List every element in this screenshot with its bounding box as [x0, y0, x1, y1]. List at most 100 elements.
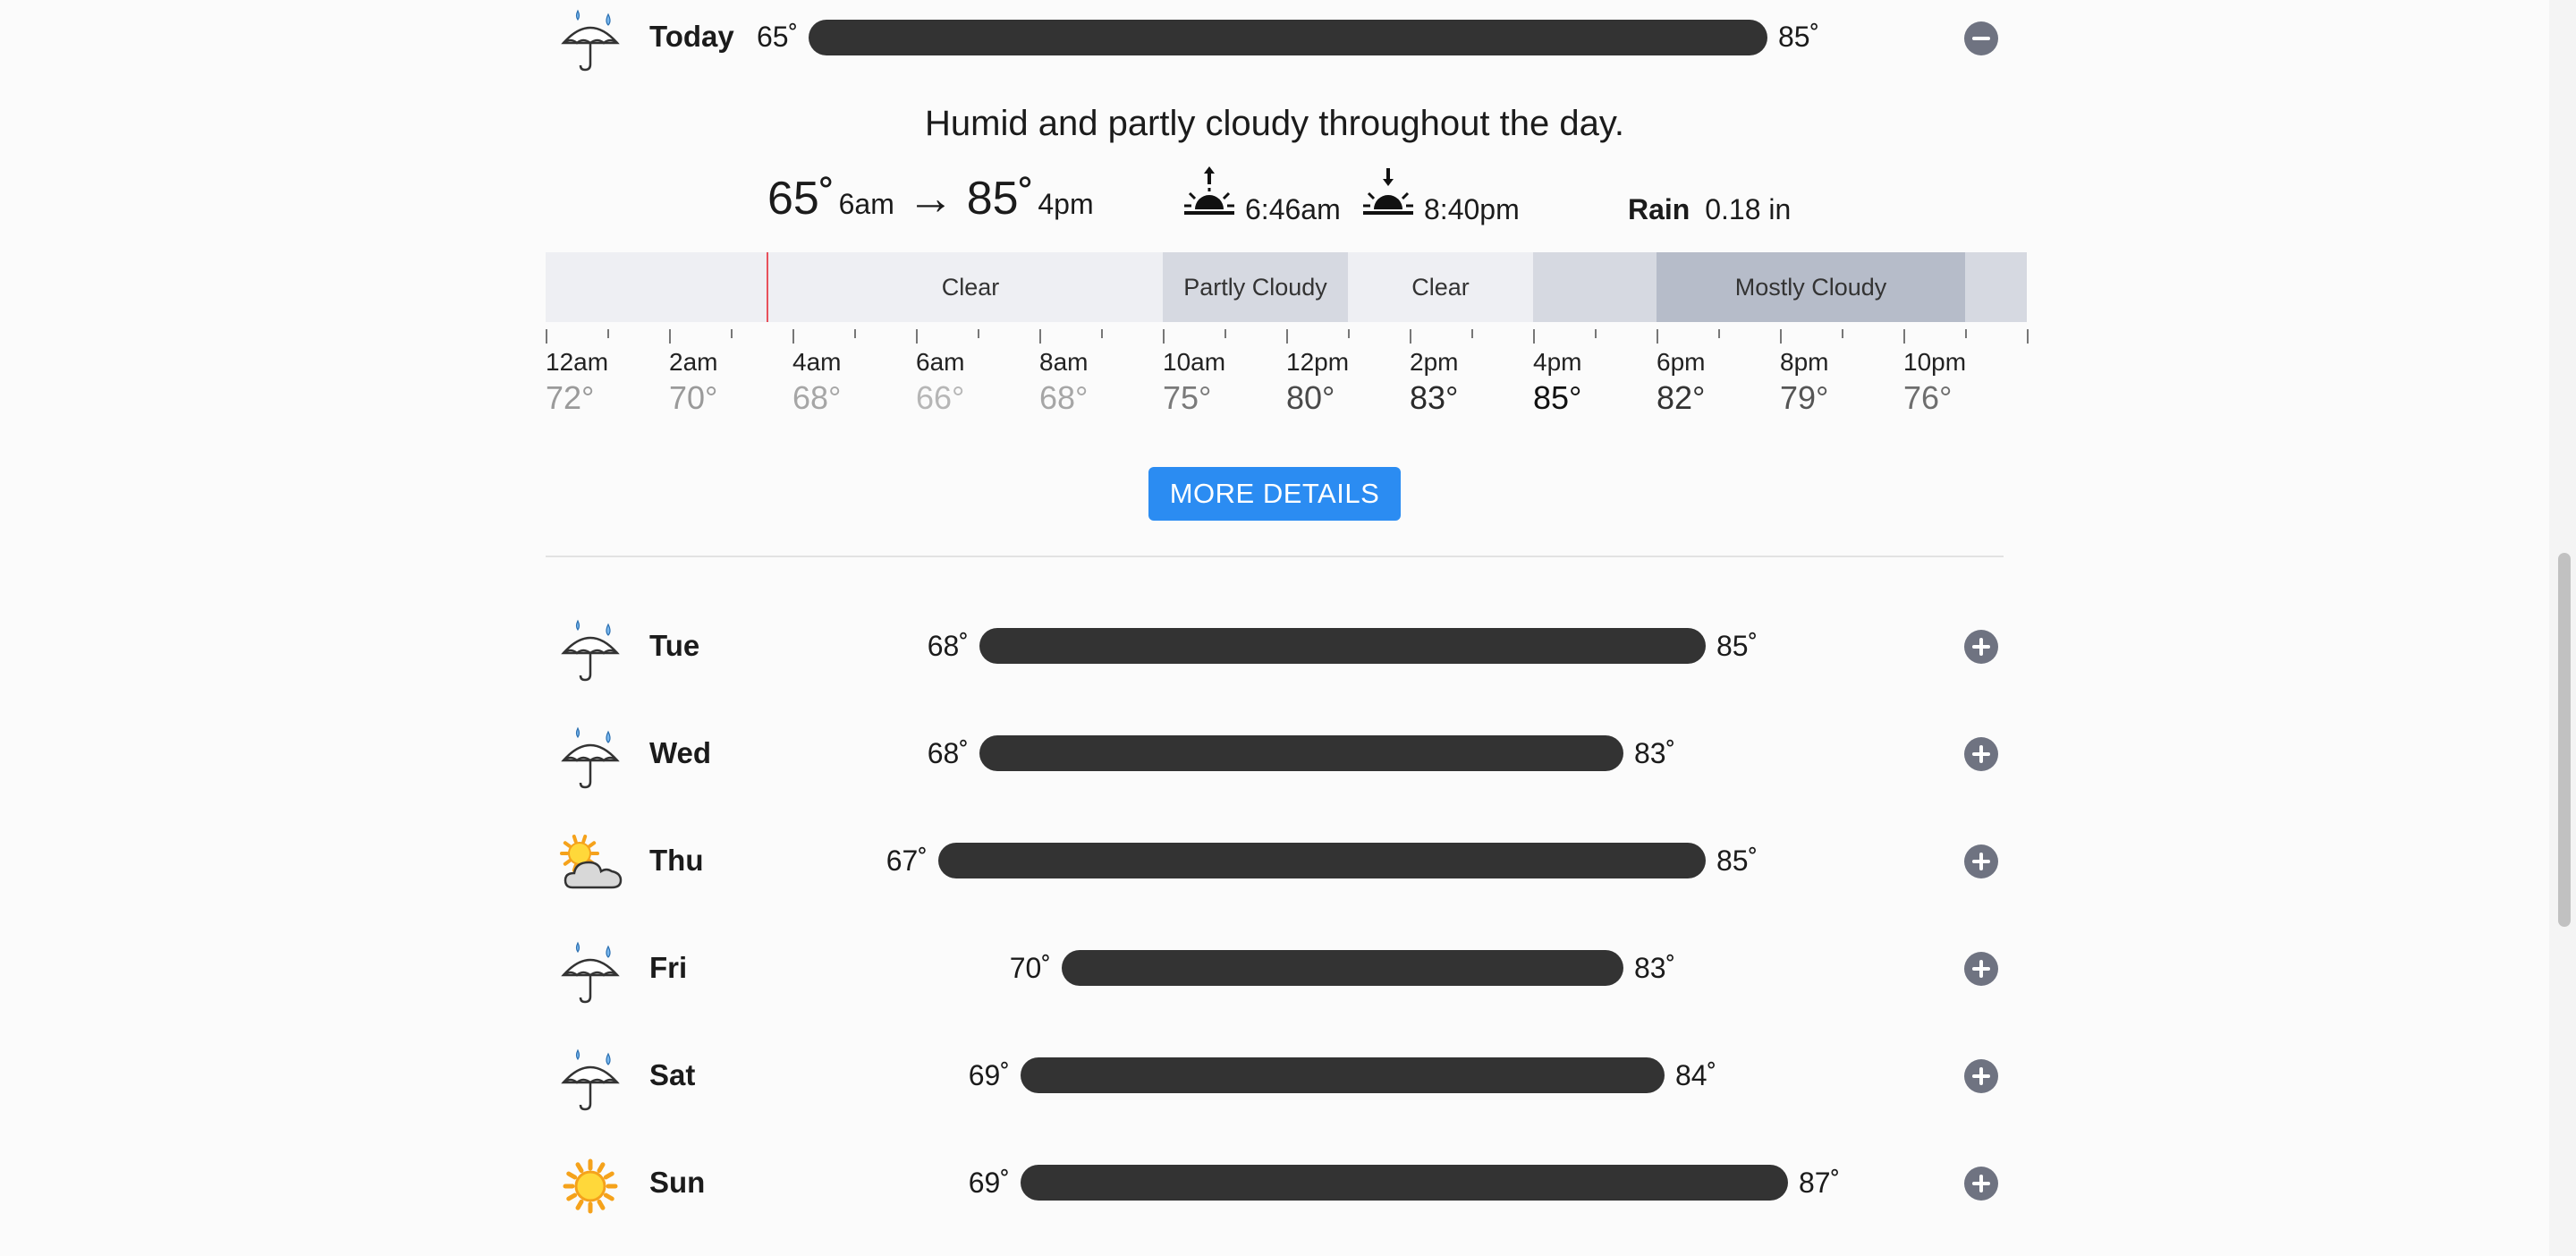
condition-segment: Partly Cloudy: [1163, 252, 1348, 322]
max-temp: 84˚: [1675, 1059, 1717, 1091]
rain-value: 0.18 in: [1705, 193, 1792, 225]
expand-day-button[interactable]: [1964, 1167, 1998, 1201]
scrollbar-thumb[interactable]: [2558, 553, 2571, 927]
low-temp-time: 6am: [838, 188, 894, 220]
today-max-temp: 85˚: [1778, 21, 1820, 53]
hour-ticks: [546, 329, 2029, 347]
rain-umbrella-icon: [558, 939, 623, 1004]
hour-forecast: 10am 75°: [1163, 347, 1225, 417]
hour-tick: [1965, 329, 1967, 338]
hour-tick: [2027, 329, 2029, 344]
hour-tick: [1718, 329, 1720, 338]
min-temp: 67˚: [886, 844, 928, 877]
condition-segment: Mostly Cloudy: [1657, 252, 1965, 322]
low-temp: 65˚: [767, 173, 835, 225]
temp-range-bar: [1021, 1057, 1665, 1093]
sunrise-icon: [1184, 165, 1234, 222]
hour-time: 6pm: [1657, 348, 1706, 376]
max-temp: 85˚: [1716, 844, 1758, 877]
current-time-marker: [767, 252, 768, 322]
expand-day-button[interactable]: [1964, 737, 1998, 771]
hour-forecast: 4pm 85°: [1533, 347, 1581, 417]
rain-umbrella-icon: [558, 617, 623, 682]
min-temp: 68˚: [927, 737, 969, 769]
expand-day-button[interactable]: [1964, 1059, 1998, 1093]
hour-tick: [1224, 329, 1226, 338]
day-label: Wed: [649, 736, 712, 769]
today-temp-range-bar: [809, 20, 1767, 55]
today-min-temp: 65˚: [757, 21, 799, 53]
hour-temp: 68°: [792, 379, 842, 416]
high-temp-time: 4pm: [1038, 188, 1094, 220]
hour-tick: [1163, 329, 1165, 344]
expand-day-button[interactable]: [1964, 952, 1998, 986]
hour-temp: 79°: [1780, 379, 1829, 416]
hour-time: 2pm: [1410, 348, 1459, 376]
collapse-today-button[interactable]: [1964, 21, 1998, 55]
hour-tick: [1471, 329, 1473, 338]
hour-tick: [731, 329, 733, 338]
sunrise-time: 6:46am: [1245, 193, 1341, 225]
hour-tick: [1410, 329, 1411, 344]
hour-forecast: 10pm 76°: [1903, 347, 1966, 417]
hour-temp: 75°: [1163, 379, 1212, 416]
hour-tick: [607, 329, 609, 338]
hour-time: 4am: [792, 348, 842, 376]
hour-time: 12am: [546, 348, 609, 376]
hour-tick: [1101, 329, 1103, 338]
hour-forecast: 2am 70°: [669, 347, 717, 417]
hour-tick: [1039, 329, 1041, 344]
hour-tick: [1657, 329, 1658, 344]
hour-time: 8pm: [1780, 348, 1829, 376]
rain-umbrella-icon: [558, 1047, 623, 1111]
hour-forecast: 8pm 79°: [1780, 347, 1828, 417]
hour-tick: [978, 329, 979, 338]
day-label: Sat: [649, 1058, 696, 1091]
expand-day-button[interactable]: [1964, 844, 1998, 878]
hour-time: 12pm: [1286, 348, 1350, 376]
hourly-temperatures: 12am 72° 2am 70° 4am 68° 6am 66° 8am 68° 10am 75° 12…: [546, 347, 2027, 428]
arrow-right-icon: →: [907, 173, 954, 225]
section-divider: [546, 556, 2004, 557]
high-temp: 85˚: [966, 173, 1034, 225]
max-temp: 83˚: [1634, 737, 1676, 769]
hour-temp: 83°: [1410, 379, 1459, 416]
hour-tick: [1348, 329, 1350, 338]
temp-range-bar: [1021, 1165, 1788, 1201]
max-temp: 87˚: [1799, 1167, 1841, 1199]
hour-tick: [1842, 329, 1843, 338]
hour-tick: [1903, 329, 1905, 344]
sunset-time: 8:40pm: [1424, 193, 1520, 225]
hour-forecast: 12am 72°: [546, 347, 608, 417]
expand-day-button[interactable]: [1964, 630, 1998, 664]
hour-time: 10am: [1163, 348, 1226, 376]
hour-tick: [546, 329, 547, 344]
condition-segment: [1533, 252, 1657, 322]
day-label: Fri: [649, 951, 688, 984]
hourly-conditions-strip: Clear Partly Cloudy Clear Mostly Cloudy: [546, 252, 2027, 322]
hour-temp: 68°: [1039, 379, 1089, 416]
rain-label: Rain: [1628, 193, 1690, 225]
temp-range-bar: [979, 628, 1706, 664]
hour-temp: 82°: [1657, 379, 1706, 416]
day-label: Thu: [649, 844, 704, 877]
hour-time: 4pm: [1533, 348, 1582, 376]
hour-forecast: 6pm 82°: [1657, 347, 1705, 417]
min-temp: 70˚: [1009, 952, 1051, 984]
sunset-icon: [1363, 165, 1413, 222]
hour-tick: [669, 329, 671, 344]
hour-forecast: 12pm 80°: [1286, 347, 1349, 417]
hour-forecast: 6am 66°: [916, 347, 964, 417]
hour-tick: [792, 329, 794, 344]
hour-temp: 72°: [546, 379, 595, 416]
more-details-button[interactable]: MORE DETAILS: [1148, 467, 1401, 521]
min-temp: 69˚: [968, 1059, 1010, 1091]
today-day-label: Today: [649, 20, 734, 53]
rain-umbrella-icon: [558, 725, 623, 789]
hour-temp: 66°: [916, 379, 965, 416]
hour-tick: [1533, 329, 1535, 344]
condition-segment: [1965, 252, 2027, 322]
hour-forecast: 4am 68°: [792, 347, 841, 417]
hour-time: 2am: [669, 348, 718, 376]
hour-time: 6am: [916, 348, 965, 376]
